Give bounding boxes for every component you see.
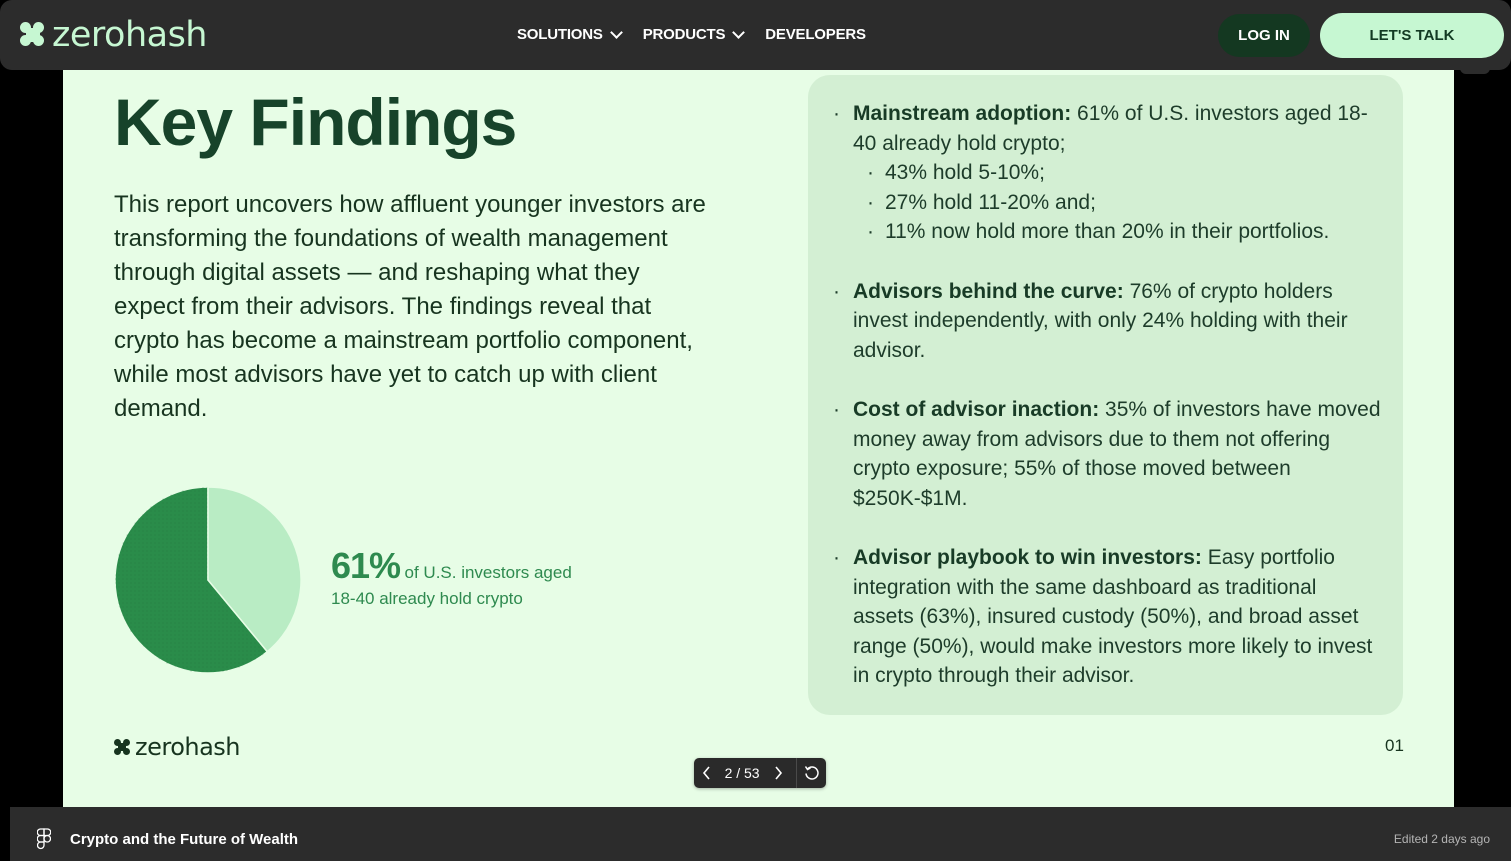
finding-sublist: 43% hold 5-10%; 27% hold 11-20% and; 11%… — [853, 158, 1381, 247]
stat-line-2: 18-40 already hold crypto — [331, 589, 523, 608]
finding-mainstream-adoption: Mainstream adoption: 61% of U.S. investo… — [833, 99, 1381, 247]
finding-heading: Cost of advisor inaction: — [853, 397, 1100, 421]
zerohash-logo[interactable]: zerohash — [20, 14, 208, 56]
login-button[interactable]: LOG IN — [1218, 14, 1310, 57]
finding-heading: Mainstream adoption: — [853, 102, 1072, 125]
slide-footer-logo: zerohash — [114, 733, 241, 761]
crypto-holding-pie-chart — [114, 486, 302, 674]
edited-timestamp: Edited 2 days ago — [1393, 832, 1490, 846]
document-title[interactable]: Crypto and the Future of Wealth — [70, 831, 298, 848]
finding-subitem: 27% hold 11-20% and; — [867, 188, 1381, 218]
main-menu: SOLUTIONS PRODUCTS DEVELOPERS — [517, 26, 888, 43]
next-slide-button[interactable] — [765, 758, 790, 788]
zerohash-logo-icon — [114, 739, 130, 755]
slide: Key Findings This report uncovers how af… — [63, 70, 1454, 807]
top-nav: zerohash SOLUTIONS PRODUCTS DEVELOPERS L… — [0, 0, 1511, 70]
nav-developers[interactable]: DEVELOPERS — [765, 26, 866, 43]
finding-advisor-playbook: Advisor playbook to win investors: Easy … — [833, 543, 1381, 691]
nav-products-label: PRODUCTS — [642, 26, 726, 43]
nav-developers-label: DEVELOPERS — [765, 26, 866, 43]
figma-icon[interactable] — [37, 828, 51, 850]
zerohash-logo-icon — [20, 22, 46, 48]
stat-callout: 61% of U.S. investors aged 18-40 already… — [331, 545, 572, 610]
nav-products[interactable]: PRODUCTS — [642, 26, 746, 43]
chevron-left-icon — [702, 766, 710, 780]
slide-controls: 2 / 53 — [694, 758, 826, 788]
footer-logo-text: zerohash — [135, 733, 241, 761]
slide-title: Key Findings — [114, 85, 517, 159]
logo-text: zerohash — [52, 15, 208, 55]
finding-heading: Advisors behind the curve: — [853, 279, 1124, 303]
finding-advisors-behind-curve: Advisors behind the curve: 76% of crypto… — [833, 277, 1381, 366]
nav-solutions-label: SOLUTIONS — [517, 26, 603, 43]
lets-talk-button[interactable]: LET'S TALK — [1320, 13, 1504, 58]
viewer-bottom-bar: Crypto and the Future of Wealth Edited 2… — [10, 807, 1511, 861]
stat-percentage: 61% — [331, 545, 401, 586]
finding-cost-of-inaction: Cost of advisor inaction: 35% of investo… — [833, 395, 1381, 513]
slide-counter: 2 / 53 — [724, 765, 760, 781]
slide-lead-paragraph: This report uncovers how affluent younge… — [114, 191, 706, 422]
findings-list: Mainstream adoption: 61% of U.S. investo… — [808, 75, 1403, 691]
finding-subitem: 11% now hold more than 20% in their port… — [867, 217, 1381, 247]
chevron-right-icon — [775, 766, 782, 780]
restart-button[interactable] — [797, 758, 826, 788]
findings-panel: Mainstream adoption: 61% of U.S. investo… — [808, 75, 1403, 715]
chevron-down-icon — [732, 26, 746, 39]
previous-slide-button[interactable] — [694, 758, 719, 788]
finding-subitem: 43% hold 5-10%; — [867, 158, 1381, 188]
slide-page-number: 01 — [1385, 736, 1404, 755]
restart-icon — [804, 766, 819, 780]
nav-solutions[interactable]: SOLUTIONS — [517, 26, 623, 43]
chevron-down-icon — [609, 26, 623, 39]
finding-heading: Advisor playbook to win investors: — [853, 545, 1202, 569]
stat-line-1: of U.S. investors aged — [404, 563, 572, 582]
